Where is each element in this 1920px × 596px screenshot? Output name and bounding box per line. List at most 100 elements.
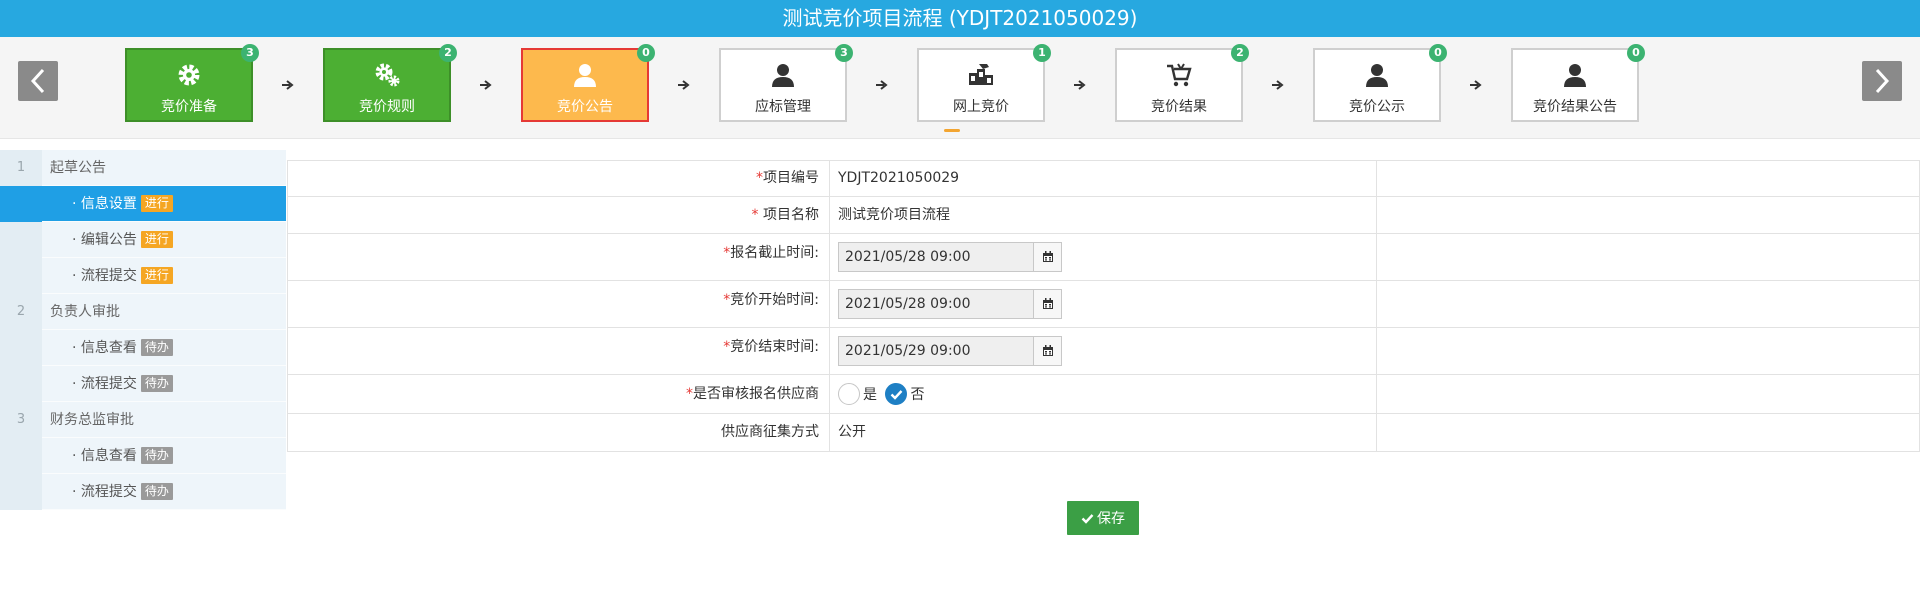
sidebar-group-draft: 1 起草公告 xyxy=(0,150,286,186)
cart-icon xyxy=(1117,61,1241,89)
field-label: 竞价开始时间: xyxy=(730,292,819,308)
bidding-icon xyxy=(919,61,1043,89)
sidebar: 1 起草公告 · 信息设置 进行 · 编辑公告 进行 · 流程提交 进行 2 负责人审… xyxy=(0,150,286,510)
step-label: 竞价公告 xyxy=(557,99,613,115)
group-title: 负责人审批 xyxy=(50,304,120,320)
step-label: 网上竞价 xyxy=(953,99,1009,115)
step-badge: 0 xyxy=(637,44,655,62)
radio-label: 是 xyxy=(863,387,877,403)
step-badge: 0 xyxy=(1627,44,1645,62)
chevron-left-icon xyxy=(30,68,45,94)
row-registration-deadline: *报名截止时间: 2021/05/28 09:00 xyxy=(287,234,1920,281)
sidebar-item-edit-notice[interactable]: · 编辑公告 进行 xyxy=(0,222,286,258)
field-label: 是否审核报名供应商 xyxy=(693,386,819,402)
process-stepbar: 竞价准备 3 竞价规则 2 竞价公告 0 应标管理 3 网上竞价 1 竞价结果 … xyxy=(0,37,1920,139)
step-bid-result[interactable]: 竞价结果 2 xyxy=(1115,44,1249,122)
sidebar-item-view-info[interactable]: · 信息查看 待办 xyxy=(0,330,286,366)
arrow-right-icon xyxy=(480,80,492,90)
step-tender-management[interactable]: 应标管理 3 xyxy=(719,44,853,122)
user-icon xyxy=(721,61,845,89)
chevron-right-icon xyxy=(1875,68,1890,94)
row-supplier-collection: 供应商征集方式 公开 xyxy=(287,414,1920,452)
sidebar-item-submit-flow[interactable]: · 流程提交 进行 xyxy=(0,258,286,294)
check-icon xyxy=(891,390,903,400)
step-badge: 2 xyxy=(1231,44,1249,62)
status-badge: 进行 xyxy=(140,267,173,284)
project-info-form: *项目编号 YDJT2021050029 * 项目名称 测试竞价项目流程 *报名… xyxy=(287,160,1920,452)
status-badge: 待办 xyxy=(140,447,173,464)
field-label: 报名截止时间: xyxy=(730,245,819,261)
save-button[interactable]: 保存 xyxy=(1067,501,1139,535)
group-title: 财务总监审批 xyxy=(50,412,134,428)
row-bid-end-time: *竞价结束时间: 2021/05/29 09:00 xyxy=(287,328,1920,375)
step-label: 竞价结果 xyxy=(1151,99,1207,115)
field-label: 竞价结束时间: xyxy=(730,339,819,355)
group-number: 2 xyxy=(0,294,42,330)
step-label: 应标管理 xyxy=(755,99,811,115)
sidebar-item-submit-flow[interactable]: · 流程提交 待办 xyxy=(0,474,286,510)
step-bid-result-notice[interactable]: 竞价结果公告 0 xyxy=(1511,44,1645,122)
sidebar-group-manager-approval: 2 负责人审批 xyxy=(0,294,286,330)
group-title: 起草公告 xyxy=(50,160,106,176)
step-bid-notice[interactable]: 竞价公告 0 xyxy=(521,44,655,122)
step-label: 竞价规则 xyxy=(359,99,415,115)
row-bid-start-time: *竞价开始时间: 2021/05/28 09:00 xyxy=(287,281,1920,328)
field-label: 项目名称 xyxy=(758,207,819,223)
status-badge: 待办 xyxy=(140,375,173,392)
prev-step-button[interactable] xyxy=(18,61,58,101)
sidebar-item-label: · 流程提交 xyxy=(72,376,137,392)
next-step-button[interactable] xyxy=(1862,61,1902,101)
step-bid-publicity[interactable]: 竞价公示 0 xyxy=(1313,44,1447,122)
step-bid-prep[interactable]: 竞价准备 3 xyxy=(125,44,259,122)
bid-start-time-input[interactable]: 2021/05/28 09:00 xyxy=(838,289,1062,319)
arrow-right-icon xyxy=(282,80,294,90)
review-yes-radio[interactable] xyxy=(838,383,860,405)
calendar-icon[interactable] xyxy=(1033,337,1061,365)
calendar-icon[interactable] xyxy=(1033,290,1061,318)
sidebar-item-label: · 信息设置 xyxy=(72,196,137,212)
user-icon xyxy=(1315,61,1439,89)
calendar-icon[interactable] xyxy=(1033,243,1061,271)
step-online-bidding[interactable]: 网上竞价 1 xyxy=(917,44,1051,122)
field-label: 供应商征集方式 xyxy=(287,414,830,451)
check-icon xyxy=(1081,513,1094,524)
sidebar-item-label: · 信息查看 xyxy=(72,340,137,356)
arrow-right-icon xyxy=(1470,80,1482,90)
row-project-name: * 项目名称 测试竞价项目流程 xyxy=(287,197,1920,234)
group-number: 3 xyxy=(0,402,42,438)
supplier-collection-value: 公开 xyxy=(838,424,866,440)
step-badge: 1 xyxy=(1033,44,1051,62)
project-name-value: 测试竞价项目流程 xyxy=(838,207,950,223)
page-title: 测试竞价项目流程 (YDJT2021050029) xyxy=(0,0,1920,37)
step-label: 竞价公示 xyxy=(1349,99,1405,115)
status-badge: 待办 xyxy=(140,339,173,356)
sidebar-item-info-settings[interactable]: · 信息设置 进行 xyxy=(0,186,286,222)
project-number-value: YDJT2021050029 xyxy=(838,170,960,186)
radio-label: 否 xyxy=(910,387,925,403)
save-button-label: 保存 xyxy=(1097,511,1125,527)
review-no-radio[interactable] xyxy=(885,383,908,405)
arrow-right-icon xyxy=(876,80,888,90)
step-badge: 3 xyxy=(241,44,259,62)
gears-icon xyxy=(325,61,449,89)
field-label: 项目编号 xyxy=(763,170,819,186)
current-step-indicator xyxy=(944,129,960,132)
arrow-right-icon xyxy=(1074,80,1086,90)
user-icon xyxy=(1513,61,1637,89)
gear-icon xyxy=(127,61,251,89)
bid-end-time-input[interactable]: 2021/05/29 09:00 xyxy=(838,336,1062,366)
step-label: 竞价准备 xyxy=(161,99,217,115)
sidebar-item-label: · 信息查看 xyxy=(72,448,137,464)
sidebar-item-label: · 流程提交 xyxy=(72,268,137,284)
row-project-number: *项目编号 YDJT2021050029 xyxy=(287,161,1920,197)
registration-deadline-input[interactable]: 2021/05/28 09:00 xyxy=(838,242,1062,272)
arrow-right-icon xyxy=(678,80,690,90)
arrow-right-icon xyxy=(1272,80,1284,90)
status-badge: 进行 xyxy=(140,195,173,212)
sidebar-item-view-info[interactable]: · 信息查看 待办 xyxy=(0,438,286,474)
row-review-suppliers: *是否审核报名供应商 是 否 xyxy=(287,375,1920,414)
step-label: 竞价结果公告 xyxy=(1533,99,1617,115)
step-badge: 0 xyxy=(1429,44,1447,62)
step-bid-rules[interactable]: 竞价规则 2 xyxy=(323,44,457,122)
sidebar-item-submit-flow[interactable]: · 流程提交 待办 xyxy=(0,366,286,402)
